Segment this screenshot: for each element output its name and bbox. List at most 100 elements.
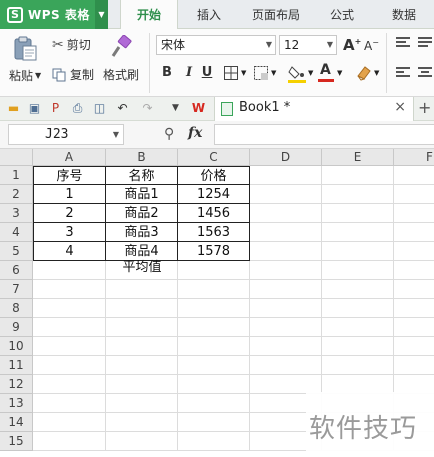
undo-icon[interactable]: ↶ bbox=[115, 101, 130, 116]
grid-cell[interactable] bbox=[250, 280, 322, 299]
row-header[interactable]: 3 bbox=[0, 204, 33, 223]
grid-cell[interactable] bbox=[33, 356, 106, 375]
grid-cell[interactable] bbox=[250, 318, 322, 337]
table-cell[interactable]: 2 bbox=[33, 204, 106, 223]
grid-cell[interactable] bbox=[33, 299, 106, 318]
grid-cell[interactable] bbox=[250, 204, 322, 223]
row-header[interactable]: 7 bbox=[0, 280, 33, 299]
grid-cell[interactable] bbox=[106, 280, 178, 299]
grid-cell[interactable] bbox=[178, 356, 250, 375]
copy-button[interactable]: 复制 bbox=[52, 66, 94, 83]
cut-button[interactable]: ✂ 剪切 bbox=[52, 36, 91, 53]
grid-cell[interactable] bbox=[106, 432, 178, 451]
tab-insert[interactable]: 插入 bbox=[186, 0, 232, 29]
grid-cell[interactable] bbox=[322, 299, 394, 318]
grid-cell[interactable] bbox=[394, 318, 434, 337]
formula-input[interactable] bbox=[214, 124, 434, 145]
table-cell[interactable]: 商品2 bbox=[106, 204, 178, 223]
increase-font-size-button[interactable]: A+ bbox=[343, 36, 361, 54]
italic-button[interactable]: I bbox=[181, 65, 197, 81]
grid-cell[interactable] bbox=[178, 261, 250, 280]
table-cell[interactable]: 商品3 bbox=[106, 223, 178, 242]
grid-cell[interactable] bbox=[33, 318, 106, 337]
row-header[interactable]: 15 bbox=[0, 432, 33, 451]
row-header[interactable]: 5 bbox=[0, 242, 33, 261]
grid-cell[interactable] bbox=[33, 394, 106, 413]
row-header[interactable]: 10 bbox=[0, 337, 33, 356]
average-label-cell[interactable]: 平均值 bbox=[106, 261, 178, 280]
grid-cell[interactable] bbox=[178, 299, 250, 318]
grid-cell[interactable] bbox=[394, 166, 434, 185]
grid-cell[interactable] bbox=[33, 432, 106, 451]
column-header[interactable]: A bbox=[33, 149, 106, 166]
chevron-down-icon[interactable]: ▼ bbox=[113, 125, 119, 144]
grid-cell[interactable] bbox=[322, 185, 394, 204]
align-top-icon[interactable] bbox=[396, 37, 410, 49]
grid-cell[interactable] bbox=[106, 413, 178, 432]
close-icon[interactable]: × bbox=[394, 99, 406, 115]
table-cell[interactable]: 1563 bbox=[178, 223, 250, 242]
grid-cell[interactable] bbox=[106, 356, 178, 375]
row-header[interactable]: 6 bbox=[0, 261, 33, 280]
grid-cell[interactable] bbox=[250, 337, 322, 356]
table-header-cell[interactable]: 价格 bbox=[178, 166, 250, 185]
grid-cell[interactable] bbox=[394, 185, 434, 204]
grid-cell[interactable] bbox=[33, 280, 106, 299]
print-preview-icon[interactable]: ◫ bbox=[92, 101, 107, 116]
grid-cell[interactable] bbox=[178, 318, 250, 337]
grid-cell[interactable] bbox=[106, 394, 178, 413]
new-tab-plus-icon[interactable]: + bbox=[418, 98, 431, 117]
row-header[interactable]: 12 bbox=[0, 375, 33, 394]
row-header[interactable]: 13 bbox=[0, 394, 33, 413]
print-icon[interactable]: ⎙ bbox=[70, 101, 85, 116]
table-cell[interactable]: 1456 bbox=[178, 204, 250, 223]
select-all-corner[interactable] bbox=[0, 149, 33, 166]
grid-cell[interactable] bbox=[250, 261, 322, 280]
grid-cell[interactable] bbox=[322, 204, 394, 223]
tab-formulas[interactable]: 公式 bbox=[320, 0, 364, 29]
document-tab[interactable]: Book1 * × bbox=[214, 97, 414, 121]
table-cell[interactable]: 商品4 bbox=[106, 242, 178, 261]
grid-cell[interactable] bbox=[178, 413, 250, 432]
align-left-icon[interactable] bbox=[396, 67, 410, 79]
table-header-cell[interactable]: 名称 bbox=[106, 166, 178, 185]
grid-cell[interactable] bbox=[322, 261, 394, 280]
chevron-down-icon[interactable]: ▼ bbox=[95, 0, 108, 29]
table-cell[interactable]: 3 bbox=[33, 223, 106, 242]
grid-cell[interactable] bbox=[250, 242, 322, 261]
save-icon[interactable]: ▣ bbox=[27, 101, 42, 116]
grid-cell[interactable] bbox=[394, 223, 434, 242]
grid-cell[interactable] bbox=[322, 242, 394, 261]
tab-page-layout[interactable]: 页面布局 bbox=[244, 0, 308, 29]
underline-button[interactable]: U bbox=[199, 65, 215, 81]
grid-cell[interactable] bbox=[394, 356, 434, 375]
grid-cell[interactable] bbox=[33, 375, 106, 394]
column-header[interactable]: B bbox=[106, 149, 178, 166]
font-name-select[interactable]: 宋体 ▼ bbox=[156, 35, 276, 55]
name-box[interactable]: J23 ▼ bbox=[8, 124, 124, 145]
grid-cell[interactable] bbox=[250, 223, 322, 242]
grid-cell[interactable] bbox=[322, 356, 394, 375]
table-header-cell[interactable]: 序号 bbox=[33, 166, 106, 185]
grid-cell[interactable] bbox=[394, 242, 434, 261]
row-header[interactable]: 11 bbox=[0, 356, 33, 375]
grid-cell[interactable] bbox=[33, 413, 106, 432]
column-header[interactable]: C bbox=[178, 149, 250, 166]
grid-cell[interactable] bbox=[250, 299, 322, 318]
grid-cell[interactable] bbox=[33, 261, 106, 280]
table-cell[interactable]: 4 bbox=[33, 242, 106, 261]
grid-cell[interactable] bbox=[394, 261, 434, 280]
row-header[interactable]: 14 bbox=[0, 413, 33, 432]
bold-button[interactable]: B bbox=[159, 65, 175, 81]
column-header[interactable]: E bbox=[322, 149, 394, 166]
export-pdf-icon[interactable]: P bbox=[48, 101, 63, 116]
grid-cell[interactable] bbox=[106, 299, 178, 318]
row-header[interactable]: 1 bbox=[0, 166, 33, 185]
table-cell[interactable]: 1 bbox=[33, 185, 106, 204]
column-header[interactable]: F bbox=[394, 149, 434, 166]
column-header[interactable]: D bbox=[250, 149, 322, 166]
grid-cell[interactable] bbox=[106, 318, 178, 337]
grid-cell[interactable] bbox=[250, 166, 322, 185]
table-cell[interactable]: 1578 bbox=[178, 242, 250, 261]
open-folder-icon[interactable]: ▬ bbox=[6, 101, 21, 116]
